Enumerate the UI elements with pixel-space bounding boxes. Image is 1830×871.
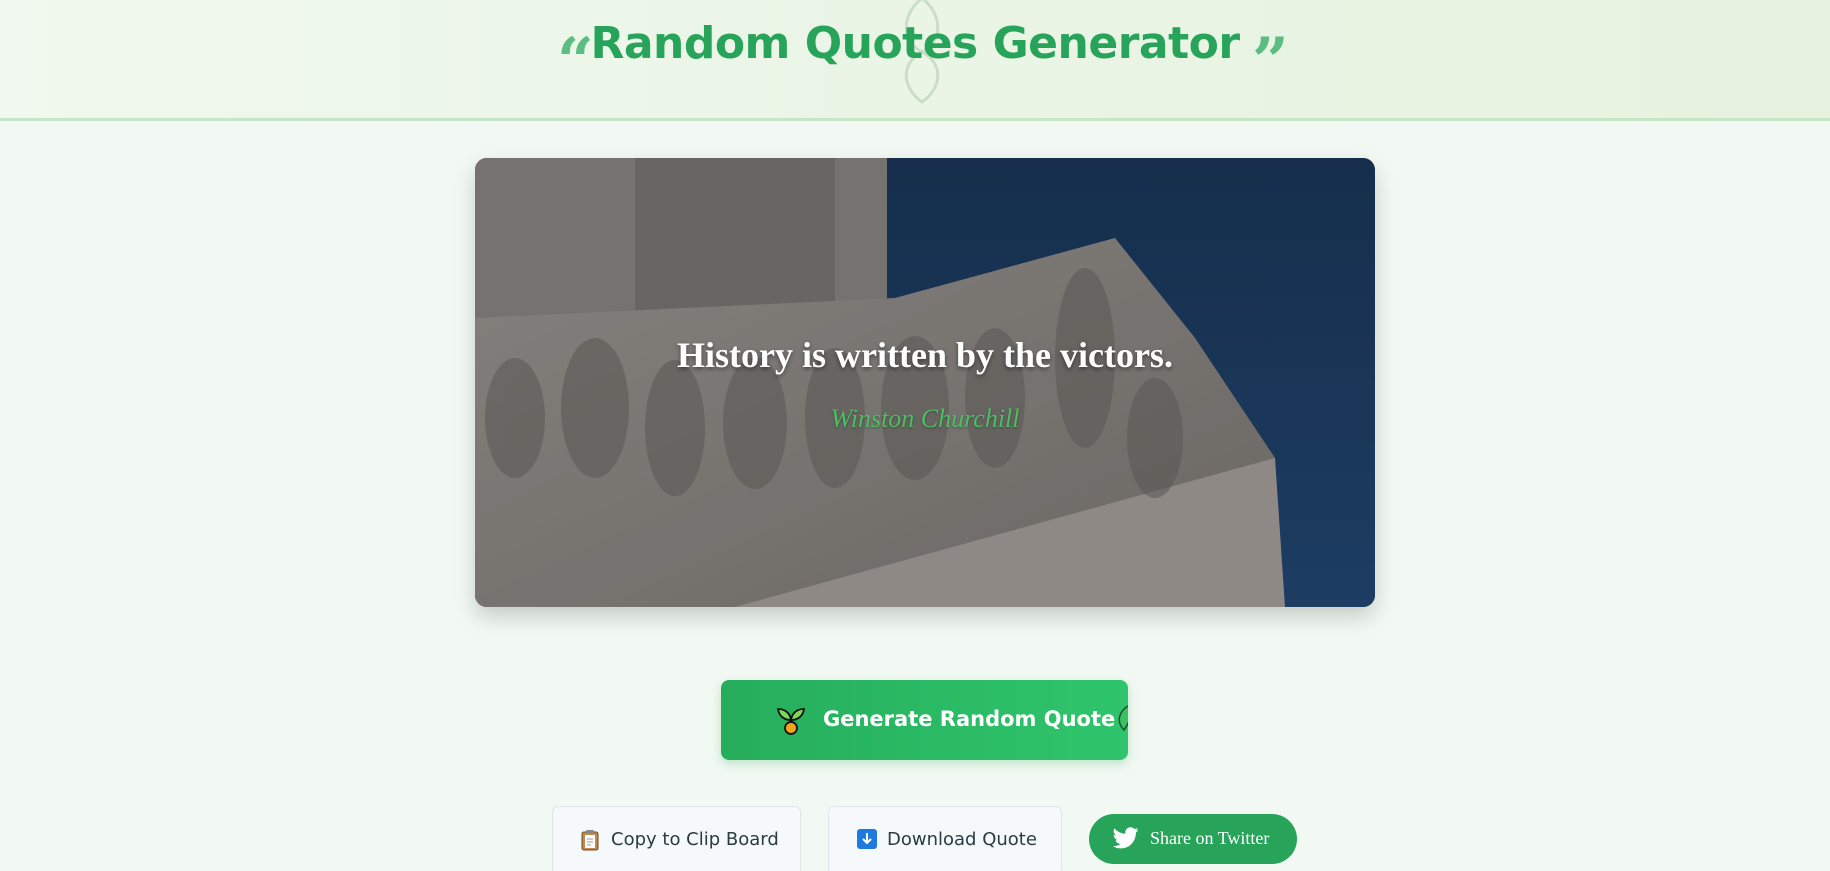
download-quote-label: Download Quote	[887, 829, 1037, 850]
copy-to-clipboard-label: Copy to Clip Board	[611, 829, 779, 850]
download-quote-button[interactable]: Download Quote	[828, 806, 1062, 871]
share-on-twitter-label: Share on Twitter	[1150, 828, 1270, 848]
app-header: “ Random Quotes Generator ”	[0, 0, 1830, 121]
sprout-icon	[776, 708, 806, 735]
twitter-icon	[1113, 827, 1139, 849]
leaf-icon	[1118, 705, 1128, 732]
generate-quote-label: Generate Random Quote	[823, 707, 1116, 731]
close-quote-icon: ”	[1252, 24, 1289, 99]
download-icon	[857, 829, 877, 849]
copy-to-clipboard-button[interactable]: Copy to Clip Board	[552, 806, 801, 871]
quote-author: Winston Churchill	[830, 404, 1020, 433]
quote-card: History is written by the victors. Winst…	[475, 158, 1375, 607]
clipboard-icon	[581, 830, 599, 851]
quote-text: History is written by the victors.	[677, 335, 1173, 375]
page-title: Random Quotes Generator	[590, 18, 1240, 69]
share-on-twitter-button[interactable]: Share on Twitter	[1089, 814, 1297, 864]
generate-quote-button[interactable]: Generate Random Quote	[721, 680, 1128, 760]
